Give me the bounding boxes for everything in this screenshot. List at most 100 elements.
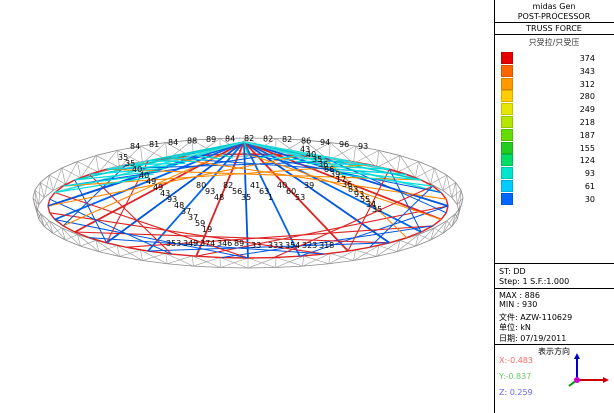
legend-swatch — [501, 128, 513, 141]
ring-diagonal — [430, 174, 447, 185]
ring-diagonal — [330, 253, 354, 261]
force-label: 354 — [285, 241, 300, 250]
legend-value: 61 — [584, 182, 595, 191]
upper-member — [147, 160, 197, 163]
ring-diagonal — [49, 220, 66, 241]
force-label: 88 — [187, 136, 197, 145]
ring-chord — [80, 245, 99, 252]
ring-chord — [433, 167, 447, 176]
legend-value: 30 — [584, 194, 595, 204]
ring-diagonal — [378, 245, 398, 252]
force-label: 35 — [241, 193, 251, 202]
ring-force-member — [47, 205, 51, 213]
force-label: 82 — [244, 134, 254, 143]
divider — [495, 22, 614, 23]
ring-chord — [95, 150, 118, 156]
ring-force-member — [171, 253, 197, 257]
model-viewport[interactable]: 84 81 84 88 89 84 82 82 82 86 94 96 93 35 35 40 40 49 49 43… — [0, 0, 494, 413]
ring-diagonal — [303, 255, 329, 265]
ring-chord — [399, 234, 419, 241]
max-label: MAX : 886 — [499, 291, 540, 300]
ring-chord — [61, 161, 78, 169]
post-processor-panel: midas Gen POST-PROCESSOR TRUSS FORCE 只受拉… — [494, 0, 614, 413]
legend-value: 343 — [579, 66, 595, 76]
force-label: 94 — [320, 138, 330, 147]
ring-force-member — [49, 192, 56, 200]
stage-label: ST: DD — [499, 267, 526, 276]
ring-force-member — [106, 242, 127, 248]
ring-diagonal — [376, 155, 401, 168]
force-label: 323 — [302, 241, 317, 250]
ring-vertical — [192, 255, 194, 267]
brace-member — [49, 198, 172, 255]
ring-diagonal — [415, 167, 435, 179]
ring-diagonal — [434, 227, 444, 234]
force-label: 1 — [268, 193, 273, 202]
ring-diagonal — [397, 161, 419, 173]
force-label: 349 — [183, 239, 198, 248]
legend-value: 218 — [579, 118, 595, 127]
min-label: MIN : 930 — [499, 300, 538, 309]
divider — [495, 288, 614, 289]
ring-chord — [415, 239, 431, 247]
ring-chord — [455, 182, 462, 191]
ring-chord — [418, 161, 435, 169]
ring-force-member — [440, 212, 447, 220]
force-label: 346 — [217, 239, 232, 248]
divider — [495, 34, 614, 35]
legend-value: 124 — [579, 156, 595, 166]
legend-value: 93 — [584, 169, 595, 179]
divider — [495, 344, 614, 345]
legend-swatch — [501, 103, 513, 116]
ring-vertical — [396, 155, 401, 173]
ring-vertical — [140, 146, 143, 164]
legend-value: 249 — [579, 105, 595, 115]
legend-swatch — [501, 90, 513, 103]
legend-value: 374 — [579, 54, 595, 63]
ring-chord — [65, 239, 81, 247]
ring-force-member — [324, 250, 349, 255]
force-label: 84 — [168, 138, 178, 147]
force-label: 82 — [282, 135, 292, 144]
force-label: 19 — [202, 225, 212, 234]
ring-diagonal — [418, 234, 431, 241]
force-label: 89 — [206, 135, 216, 144]
ring-chord — [460, 190, 464, 199]
force-label: 93 — [358, 142, 368, 151]
ring-vertical — [376, 150, 380, 168]
force-label: 318 — [319, 241, 334, 250]
view-y-value: Y:-0.837 — [499, 372, 532, 381]
axis-triad-icon — [568, 353, 609, 387]
force-label: 33 — [251, 241, 261, 250]
force-label: 84 — [225, 134, 235, 143]
legend-swatch — [501, 116, 513, 128]
legend-swatch — [501, 154, 513, 167]
ring-force-member — [347, 246, 370, 252]
force-label: 35 — [372, 205, 382, 214]
ring-chord — [32, 190, 36, 199]
step-label: Step: 1 S.F.:1.000 — [499, 277, 570, 286]
ring-diagonal — [52, 167, 63, 191]
ring-vertical — [353, 146, 356, 164]
view-x-value: X:-0.483 — [499, 356, 533, 365]
ring-chord — [378, 150, 401, 156]
ring-diagonal — [399, 240, 416, 247]
legend-value: 280 — [579, 92, 595, 102]
divider — [495, 263, 614, 264]
legend-swatch — [501, 64, 513, 77]
ring-diagonal — [355, 249, 377, 257]
force-label: 374 — [200, 239, 215, 248]
force-label: 89 — [234, 239, 244, 248]
ring-chord — [399, 155, 419, 162]
ring-force-member — [274, 255, 300, 259]
legend-swatch — [501, 180, 513, 192]
legend-swatch — [501, 141, 513, 154]
view-z-value: Z: 0.259 — [499, 388, 533, 397]
ring-diagonal — [353, 150, 380, 164]
result-subtitle: 只受拉/只受压 — [528, 38, 580, 47]
ring-chord — [34, 182, 41, 191]
ring-chord — [193, 265, 221, 268]
ring-vertical — [302, 255, 304, 267]
ring-chord — [451, 197, 458, 205]
legend-value: 312 — [579, 79, 595, 89]
